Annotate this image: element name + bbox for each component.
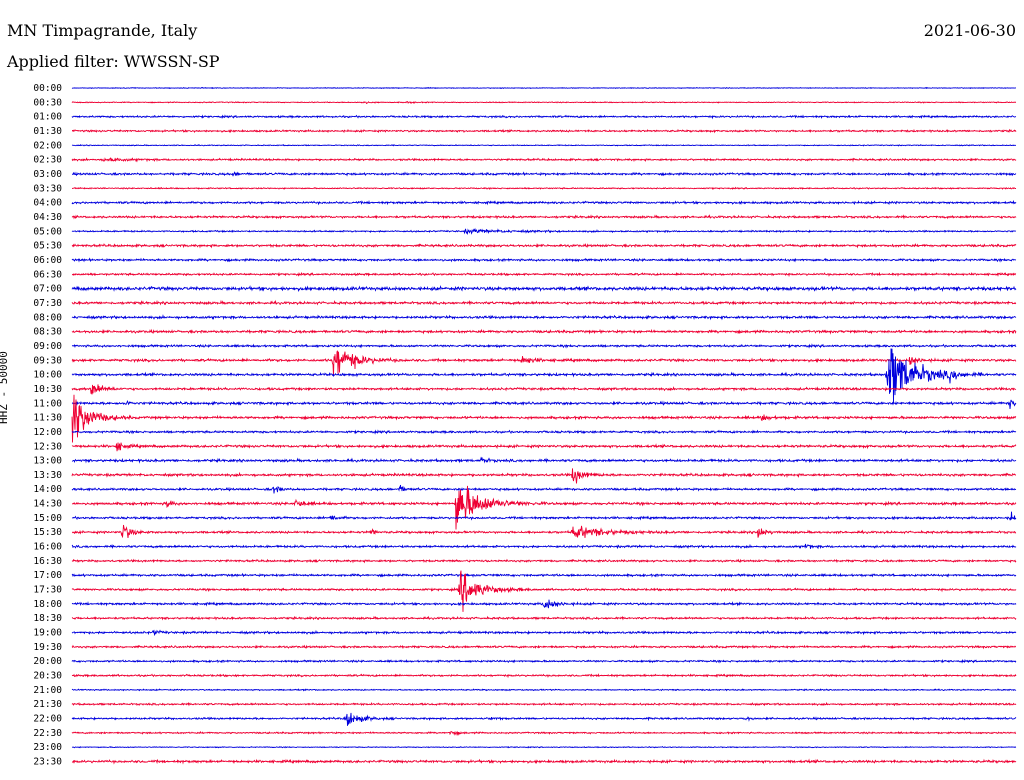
trace-line — [71, 730, 1017, 737]
trace-line — [71, 615, 1017, 621]
row-time-label: 01:00 — [33, 112, 62, 123]
row-time-label: 20:00 — [33, 656, 62, 667]
trace-line — [71, 673, 1017, 679]
trace-line — [71, 227, 1017, 236]
trace-line — [71, 199, 1017, 206]
row-time-label: 18:30 — [33, 613, 62, 624]
row-time-label: 16:30 — [33, 556, 62, 567]
row-time-label: 02:30 — [33, 155, 62, 166]
row-time-label: 07:00 — [33, 284, 62, 295]
row-time-label: 20:30 — [33, 671, 62, 682]
row-time-label: 18:00 — [33, 599, 62, 610]
row-time-label: 05:00 — [33, 226, 62, 237]
trace-line — [71, 171, 1017, 177]
row-time-label: 09:00 — [33, 341, 62, 352]
row-time-label: 15:30 — [33, 527, 62, 538]
trace-line — [71, 468, 1016, 484]
trace-line — [71, 429, 1017, 435]
row-time-label: 21:00 — [33, 685, 62, 696]
row-time-label: 12:00 — [33, 427, 62, 438]
trace-line — [71, 100, 1017, 105]
row-time-label: 22:00 — [33, 714, 62, 725]
trace-line — [71, 86, 1016, 90]
row-time-label: 10:30 — [33, 384, 62, 395]
row-time-label: 17:00 — [33, 570, 62, 581]
trace-line — [71, 114, 1017, 120]
row-time-label: 00:00 — [33, 83, 62, 94]
row-time-label: 16:00 — [33, 542, 62, 553]
trace-line — [71, 328, 1017, 335]
row-time-label: 13:30 — [33, 470, 62, 481]
row-time-label: 19:00 — [33, 628, 62, 639]
trace-line — [71, 658, 1017, 664]
trace-line — [71, 384, 1017, 395]
trace-line — [71, 242, 1017, 249]
row-time-label: 19:30 — [33, 642, 62, 653]
row-time-label: 11:30 — [33, 413, 62, 424]
row-time-label: 03:30 — [33, 183, 62, 194]
trace-line — [71, 758, 1017, 765]
row-time-label: 05:30 — [33, 241, 62, 252]
row-time-label: 07:30 — [33, 298, 62, 309]
trace-line — [71, 143, 1016, 147]
row-time-label: 14:00 — [33, 484, 62, 495]
row-time-label: 10:00 — [33, 370, 62, 381]
trace-line — [71, 456, 1017, 464]
trace-line — [71, 644, 1016, 650]
row-time-label: 06:00 — [33, 255, 62, 266]
row-time-label: 14:30 — [33, 499, 62, 510]
trace-line — [71, 299, 1017, 306]
trace-line — [71, 284, 1017, 293]
trace-line — [71, 350, 1017, 376]
row-time-label: 23:30 — [33, 757, 62, 768]
trace-line — [72, 186, 1017, 190]
row-time-label: 01:30 — [33, 126, 62, 137]
row-time-label: 04:00 — [33, 198, 62, 209]
row-time-label: 04:30 — [33, 212, 62, 223]
trace-line — [71, 543, 1017, 550]
row-time-label: 06:30 — [33, 269, 62, 280]
trace-line — [71, 271, 1017, 278]
trace-line — [71, 343, 1017, 349]
trace-line — [71, 712, 1017, 726]
row-time-label: 11:00 — [33, 398, 62, 409]
trace-line — [71, 157, 1017, 163]
trace-line — [71, 442, 1017, 452]
trace-line — [71, 511, 1017, 521]
row-time-label: 17:30 — [33, 585, 62, 596]
row-time-label: 13:00 — [33, 456, 62, 467]
row-time-label: 02:00 — [33, 140, 62, 151]
trace-line — [71, 484, 1017, 494]
row-time-label: 22:30 — [33, 728, 62, 739]
row-time-label: 23:00 — [33, 742, 62, 753]
trace-line — [71, 688, 1017, 692]
trace-line — [71, 348, 1017, 404]
trace-line — [71, 214, 1017, 220]
row-time-label: 03:00 — [33, 169, 62, 180]
trace-line — [71, 314, 1017, 321]
row-time-label: 21:30 — [33, 699, 62, 710]
row-time-label: 15:00 — [33, 513, 62, 524]
trace-line — [71, 599, 1017, 609]
trace-line — [72, 524, 1017, 538]
trace-line — [71, 572, 1017, 578]
row-time-label: 12:30 — [33, 441, 62, 452]
row-time-label: 08:30 — [33, 327, 62, 338]
trace-line — [71, 745, 1017, 749]
row-time-label: 08:00 — [33, 312, 62, 323]
trace-line — [72, 128, 1017, 134]
trace-line — [71, 257, 1017, 263]
trace-line — [71, 701, 1017, 707]
trace-line — [71, 394, 1017, 443]
trace-line — [71, 399, 1017, 410]
trace-line — [71, 558, 1017, 564]
row-time-label: 09:30 — [33, 355, 62, 366]
helicorder-plot: 00:00 00:30 01:00 01:30 02:00 02:30 03:00 03:30… — [33, 83, 1017, 768]
row-time-label: 00:30 — [33, 97, 62, 108]
trace-line — [71, 629, 1017, 637]
trace-line — [71, 485, 1017, 530]
